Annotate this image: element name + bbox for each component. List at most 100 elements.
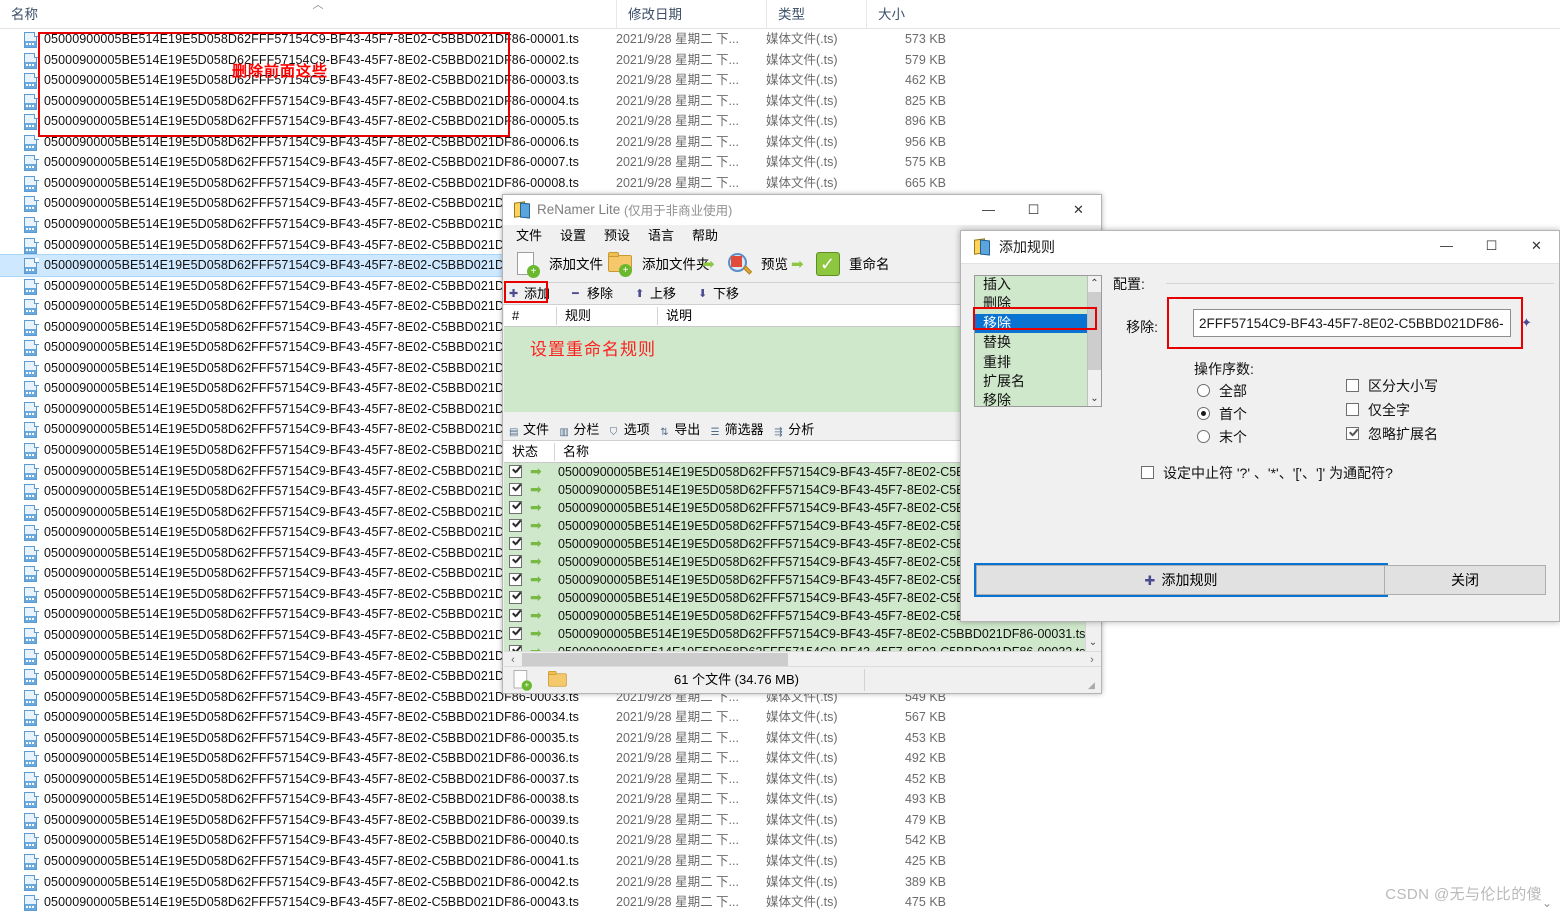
rules-column-0[interactable]: #	[504, 307, 556, 325]
tab-分析[interactable]: ⇶ 分析	[774, 421, 814, 439]
table-row[interactable]: 05000900005BE514E19E5D058D62FFF57154C9-B…	[0, 91, 980, 112]
row-checkbox[interactable]	[509, 609, 522, 622]
rulebar-plus-icon[interactable]: ✚ 添加	[509, 285, 550, 303]
tab-label-0: 文件	[523, 422, 550, 437]
menu-item-2[interactable]: 预设	[599, 227, 635, 245]
list-item[interactable]: ➡05000900005BE514E19E5D058D62FFF57154C9-…	[504, 625, 1087, 643]
rule-type-list[interactable]: ⌃ ⌄ 插入删除移除替换重排扩展名移除大小写序列化随机化填充清除音译日期格式转换…	[974, 275, 1102, 407]
table-row[interactable]: 05000900005BE514E19E5D058D62FFF57154C9-B…	[0, 152, 980, 173]
rulebar-arrow-down-icon[interactable]: ⬇ 下移	[698, 285, 739, 303]
rulebar-minus-icon[interactable]: ━ 移除	[572, 285, 613, 303]
tab-筛选器[interactable]: ☰ 筛选器	[711, 421, 764, 439]
checkbox-whole-word[interactable]: 仅全字	[1346, 400, 1410, 420]
row-checkbox[interactable]	[509, 573, 522, 586]
file-name: 05000900005BE514E19E5D058D62FFF57154C9-B…	[44, 689, 579, 704]
addrule-close-button[interactable]: ✕	[1514, 231, 1559, 261]
file-size: 896 KB	[904, 114, 946, 129]
explorer-column-3[interactable]: 大小	[866, 0, 946, 29]
list-item[interactable]: ➡05000900005BE514E19E5D058D62FFF57154C9-…	[504, 643, 1087, 651]
chevron-down-icon[interactable]: ⌄	[1088, 391, 1101, 406]
renamer-file-name: 05000900005BE514E19E5D058D62FFF57154C9-B…	[558, 501, 973, 515]
table-row[interactable]: 05000900005BE514E19E5D058D62FFF57154C9-B…	[0, 892, 980, 913]
rule-option-替换[interactable]: 替换	[975, 333, 1087, 352]
file-date: 2021/9/28 星期二 下...	[616, 32, 739, 46]
menu-item-0[interactable]: 文件	[511, 227, 547, 245]
menu-item-1[interactable]: 设置	[555, 227, 591, 245]
tab-文件[interactable]: ▤ 文件	[509, 421, 549, 439]
row-checkbox[interactable]	[509, 465, 522, 478]
table-row[interactable]: 05000900005BE514E19E5D058D62FFF57154C9-B…	[0, 769, 980, 790]
checkbox-wildcards[interactable]: 设定中止符 '?' 、'*'、'['、']' 为通配符?	[1141, 463, 1393, 483]
rule-option-删除[interactable]: 删除	[975, 294, 1087, 313]
add-folder-icon: +	[608, 252, 636, 279]
close-dialog-button[interactable]: 关闭	[1384, 565, 1546, 595]
remove-text-input[interactable]: 2FFF57154C9-BF43-45F7-8E02-C5BBD021DF86-	[1193, 309, 1511, 337]
table-row[interactable]: 05000900005BE514E19E5D058D62FFF57154C9-B…	[0, 830, 980, 851]
row-checkbox[interactable]	[509, 537, 522, 550]
tab-label-4: 筛选器	[724, 422, 764, 437]
rule-option-移除[interactable]: 移除	[975, 391, 1087, 406]
rule-option-插入[interactable]: 插入	[975, 276, 1087, 294]
table-row[interactable]: 05000900005BE514E19E5D058D62FFF57154C9-B…	[0, 872, 980, 893]
radio-last[interactable]: 末个	[1197, 427, 1247, 447]
rule-option-重排[interactable]: 重排	[975, 353, 1087, 372]
row-checkbox[interactable]	[509, 501, 522, 514]
filelist-column-0[interactable]: 状态	[504, 443, 554, 461]
file-type: 媒体文件(.ts)	[766, 751, 838, 766]
explorer-column-0[interactable]: 名称	[0, 0, 616, 29]
table-row[interactable]: 05000900005BE514E19E5D058D62FFF57154C9-B…	[0, 728, 980, 749]
table-row[interactable]: 05000900005BE514E19E5D058D62FFF57154C9-B…	[0, 789, 980, 810]
explorer-column-1[interactable]: 修改日期	[616, 0, 766, 29]
add-rule-button[interactable]: ✚ 添加规则	[974, 563, 1388, 597]
radio-first[interactable]: 首个	[1197, 404, 1247, 424]
menu-item-3[interactable]: 语言	[643, 227, 679, 245]
table-row[interactable]: 05000900005BE514E19E5D058D62FFF57154C9-B…	[0, 173, 980, 194]
rule-option-移除[interactable]: 移除	[975, 313, 1087, 333]
checkbox-skip-extension[interactable]: 忽略扩展名	[1346, 424, 1438, 444]
renamer-close-button[interactable]: ✕	[1056, 195, 1101, 225]
file-name: 05000900005BE514E19E5D058D62FFF57154C9-B…	[44, 710, 579, 725]
explorer-column-2[interactable]: 类型	[766, 0, 846, 29]
resize-grip-icon[interactable]: ◢	[1088, 680, 1098, 690]
table-row[interactable]: 05000900005BE514E19E5D058D62FFF57154C9-B…	[0, 111, 980, 132]
table-row[interactable]: 05000900005BE514E19E5D058D62FFF57154C9-B…	[0, 132, 980, 153]
table-row[interactable]: 05000900005BE514E19E5D058D62FFF57154C9-B…	[0, 851, 980, 872]
table-row[interactable]: 05000900005BE514E19E5D058D62FFF57154C9-B…	[0, 810, 980, 831]
file-name: 05000900005BE514E19E5D058D62FFF57154C9-B…	[44, 874, 579, 889]
row-checkbox[interactable]	[509, 555, 522, 568]
file-type: 媒体文件(.ts)	[766, 854, 838, 868]
arrow-up-icon: ⬆	[635, 288, 645, 300]
row-checkbox[interactable]	[509, 519, 522, 532]
renamer-minimize-button[interactable]: —	[966, 195, 1011, 225]
status-add-file-icon[interactable]: +	[512, 670, 532, 691]
row-checkbox[interactable]	[509, 591, 522, 604]
row-checkbox[interactable]	[509, 483, 522, 496]
menu-item-4[interactable]: 帮助	[687, 227, 723, 245]
table-row[interactable]: 05000900005BE514E19E5D058D62FFF57154C9-B…	[0, 707, 980, 728]
insert-meta-tag-button[interactable]: ✦	[1521, 316, 1535, 330]
row-checkbox[interactable]	[509, 627, 522, 640]
rules-column-1[interactable]: 规则	[556, 307, 657, 325]
file-date: 2021/9/28 星期二 下...	[616, 854, 739, 868]
table-row[interactable]: 05000900005BE514E19E5D058D62FFF57154C9-B…	[0, 748, 980, 769]
file-name: 05000900005BE514E19E5D058D62FFF57154C9-B…	[44, 175, 579, 190]
rule-option-扩展名[interactable]: 扩展名	[975, 372, 1087, 391]
checkbox-case-sensitive[interactable]: 区分大小写	[1346, 376, 1438, 396]
radio-all[interactable]: 全部	[1197, 381, 1247, 401]
chevron-up-icon[interactable]: ⌃	[1088, 276, 1101, 291]
table-row[interactable]: 05000900005BE514E19E5D058D62FFF57154C9-B…	[0, 50, 980, 71]
status-browse-folder-icon[interactable]	[548, 671, 568, 689]
addrule-title-text: 添加规则	[999, 239, 1055, 255]
renamer-maximize-button[interactable]: ☐	[1011, 195, 1056, 225]
table-row[interactable]: 05000900005BE514E19E5D058D62FFF57154C9-B…	[0, 70, 980, 91]
addrule-maximize-button[interactable]: ☐	[1469, 231, 1514, 261]
tab-导出[interactable]: ⇅ 导出	[660, 421, 700, 439]
tab-分栏[interactable]: ▥ 分栏	[559, 421, 599, 439]
table-row[interactable]: 05000900005BE514E19E5D058D62FFF57154C9-B…	[0, 29, 980, 50]
rulebar-arrow-up-icon[interactable]: ⬆ 上移	[635, 285, 676, 303]
chevron-down-icon[interactable]: ⌄	[1086, 635, 1100, 651]
addrule-minimize-button[interactable]: —	[1424, 231, 1469, 261]
tab-icon-5: ⇶	[774, 427, 783, 438]
rule-list-scrollbar[interactable]: ⌃ ⌄	[1087, 276, 1101, 406]
tab-选项[interactable]: ⛉ 选项	[610, 421, 650, 439]
